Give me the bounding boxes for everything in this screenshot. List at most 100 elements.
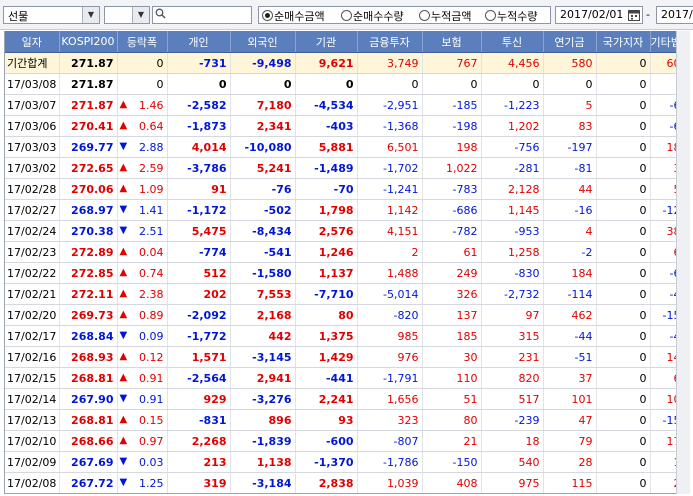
table-row[interactable]: 17/02/28 270.06 ▲ 1.09 91 -76 -70 -1,241 -783 2,1… xyxy=(5,178,690,200)
table-row[interactable]: 17/02/14 267.90 ▼ 0.91 929 -3,276 2,241 1,656 51… xyxy=(5,388,690,410)
cell-institution: 1,375 xyxy=(295,325,358,347)
cell-kospi200: 272.65 xyxy=(59,157,118,179)
cell-foreign: 896 xyxy=(230,409,296,431)
column-header[interactable]: 금융투자 xyxy=(357,31,423,53)
change-value: 0.91 xyxy=(139,392,164,406)
table-row[interactable]: 17/02/16 268.93 ▲ 0.12 1,571 -3,145 1,429 976 30… xyxy=(5,346,690,368)
radio-selected-icon xyxy=(262,10,273,21)
cell-individual: -731 xyxy=(167,52,231,74)
radio-unselected-icon xyxy=(341,10,352,21)
cell-insurance: 408 xyxy=(422,472,482,493)
table-row[interactable]: 17/03/02 272.65 ▲ 2.59 -3,786 5,241 -1,489 -1,7… xyxy=(5,157,690,179)
table-row[interactable]: 17/02/23 272.89 ▲ 0.04 -774 -541 1,246 2 61 1,258… xyxy=(5,241,690,263)
column-header[interactable]: 개인 xyxy=(167,31,231,53)
column-header[interactable]: 투신 xyxy=(481,31,544,53)
cell-government: 0 xyxy=(596,451,651,473)
cell-change: ▲ 2.38 xyxy=(117,283,168,305)
cell-insurance: 51 xyxy=(422,388,482,410)
radio-net-buy-quantity[interactable]: 순매수수량 xyxy=(341,8,404,24)
cell-kospi200: 270.06 xyxy=(59,178,118,200)
table-row[interactable]: 17/02/21 272.11 ▲ 2.38 202 7,553 -7,710 -5,014 3… xyxy=(5,283,690,305)
column-header[interactable]: 일자 xyxy=(5,31,60,53)
cell-financial-investment: -1,702 xyxy=(357,157,423,179)
cell-change: ▲ 0.74 xyxy=(117,262,168,284)
table-row[interactable]: 17/03/07 271.87 ▲ 1.46 -2,582 7,180 -4,534 -2,9… xyxy=(5,94,690,116)
table-row[interactable]: 17/02/15 268.81 ▲ 0.91 -2,564 2,941 -441 -1,791… xyxy=(5,367,690,389)
summary-row[interactable]: 기간합계 271.87 0 -731 -9,498 9,621 3,749 767 4,456 5… xyxy=(5,52,690,74)
triangle-down-icon: ▼ xyxy=(119,224,128,236)
table-row[interactable]: 17/02/20 269.73 ▲ 0.89 -2,092 2,168 80 -820 137 9… xyxy=(5,304,690,326)
market-select-value: 선물 xyxy=(8,10,29,23)
cell-date: 17/02/15 xyxy=(5,367,60,389)
table-row[interactable]: 17/02/24 270.38 ▼ 2.51 5,475 -8,434 2,576 4,151… xyxy=(5,220,690,242)
mode-radio-group: 순매수금액 순매수수량 누적금액 누적수량 xyxy=(258,6,551,24)
cell-trust: -953 xyxy=(481,220,544,242)
table-row[interactable]: 17/02/08 267.72 ▼ 1.25 319 -3,184 2,838 1,039 40… xyxy=(5,472,690,493)
triangle-up-icon: ▲ xyxy=(119,350,128,362)
cell-foreign: 0 xyxy=(230,73,296,95)
cell-government: 0 xyxy=(596,304,651,326)
cell-trust: 2,128 xyxy=(481,178,544,200)
table-row[interactable]: 17/02/22 272.85 ▲ 0.74 512 -1,580 1,137 1,488 24… xyxy=(5,262,690,284)
radio-cumulative-amount[interactable]: 누적금액 xyxy=(419,8,471,24)
cell-kospi200: 267.69 xyxy=(59,451,118,473)
table-row[interactable]: 17/03/08271.870000000000 xyxy=(5,73,690,95)
cell-financial-investment: -2,951 xyxy=(357,94,423,116)
cell-trust: -756 xyxy=(481,136,544,158)
cell-institution: 2,838 xyxy=(295,472,358,493)
table-row[interactable]: 17/02/17 268.84 ▼ 0.09 -1,772 442 1,375 985 185 3… xyxy=(5,325,690,347)
cell-government: 0 xyxy=(596,220,651,242)
cell-foreign: -3,184 xyxy=(230,472,296,493)
table-row[interactable]: 17/02/07268.97▼0.52615-1,42779590611-280… xyxy=(5,494,690,495)
date-from-field[interactable]: 2017/02/01 xyxy=(555,6,643,24)
market-select[interactable]: 선물 ▼ xyxy=(3,6,100,24)
triangle-down-icon: ▼ xyxy=(119,329,128,341)
cell-financial-investment: 906 xyxy=(357,494,422,495)
cell-change: 0 xyxy=(117,73,168,95)
column-header[interactable]: KOSPI200 xyxy=(59,31,118,53)
cell-foreign: 442 xyxy=(230,325,296,347)
column-header[interactable]: 등락폭 xyxy=(117,31,168,53)
cell-date: 17/02/14 xyxy=(5,388,60,410)
table-row[interactable]: 17/02/09 267.69 ▼ 0.03 213 1,138 -1,370 -1,786-… xyxy=(5,451,690,473)
date-to-field[interactable]: 2017/ xyxy=(656,6,693,24)
column-header[interactable]: 국가지자 xyxy=(596,31,651,53)
column-header[interactable]: 외국인 xyxy=(230,31,296,53)
calendar-icon[interactable] xyxy=(627,8,641,22)
cell-government: 0 xyxy=(596,283,651,305)
table-row[interactable]: 17/02/27 268.97 ▼ 1.41 -1,172 -502 1,798 1,142-… xyxy=(5,199,690,221)
cell-pension: -44 xyxy=(543,325,597,347)
triangle-up-icon: ▲ xyxy=(119,308,128,320)
table-row[interactable]: 17/02/10 268.66 ▲ 0.97 2,268 -1,839 -600 -807 21… xyxy=(5,430,690,452)
chevron-down-icon[interactable]: ▼ xyxy=(132,7,149,23)
change-value: 1.41 xyxy=(139,203,164,217)
table-row[interactable]: 17/03/06 270.41 ▲ 0.64 -1,873 2,341 -403 -1,368… xyxy=(5,115,690,137)
column-header[interactable]: 보험 xyxy=(422,31,482,53)
cell-date: 17/02/21 xyxy=(5,283,60,305)
radio-net-buy-amount[interactable]: 순매수금액 xyxy=(262,8,325,24)
change-value: 0.97 xyxy=(139,434,164,448)
cell-individual: -1,873 xyxy=(167,115,231,137)
column-header[interactable]: 연기금 xyxy=(543,31,597,53)
table-row[interactable]: 17/03/03 269.77 ▼ 2.88 4,014 -10,080 5,881 6,50… xyxy=(5,136,690,158)
cell-institution: -70 xyxy=(295,178,358,200)
cell-insurance: 767 xyxy=(422,52,482,74)
investor-trading-grid[interactable]: 일자 KOSPI200 등락폭 개인 외국인 기관 금융투자 보험 투신 연기금 국가지자 기타법인 … xyxy=(4,31,690,494)
radio-cumulative-quantity[interactable]: 누적수량 xyxy=(485,8,537,24)
chevron-down-icon[interactable]: ▼ xyxy=(82,7,99,23)
column-header[interactable]: 기관 xyxy=(295,31,358,53)
vertical-scrollbar[interactable] xyxy=(676,31,690,494)
cell-change: ▲ 0.91 xyxy=(117,367,168,389)
cell-date: 17/02/28 xyxy=(5,178,60,200)
cell-financial-investment: -820 xyxy=(357,304,423,326)
code-search-input[interactable] xyxy=(152,6,252,24)
table-row[interactable]: 17/02/13 268.81 ▲ 0.15 -831 896 93 323 80 -239 47 0… xyxy=(5,409,690,431)
cell-trust: 820 xyxy=(481,367,544,389)
change-value: 0.03 xyxy=(139,455,164,469)
secondary-select[interactable]: ▼ xyxy=(104,6,150,24)
cell-individual: 615 xyxy=(167,494,230,495)
cell-trust: -1,223 xyxy=(481,94,544,116)
cell-individual: 319 xyxy=(167,472,231,493)
cell-institution: 1,429 xyxy=(295,346,358,368)
search-icon[interactable] xyxy=(155,8,166,22)
